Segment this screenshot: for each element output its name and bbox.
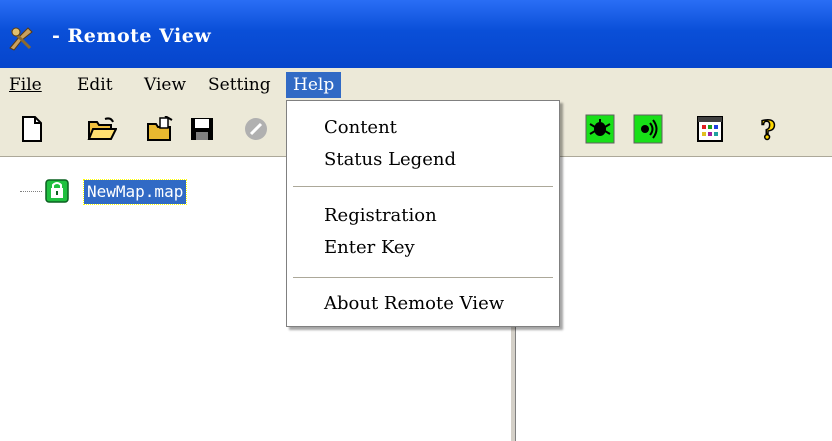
menu-item-registration[interactable]: Registration — [324, 202, 437, 230]
help-question-icon: ? — [760, 115, 777, 143]
map-node-icon[interactable] — [45, 179, 69, 203]
help-button[interactable]: ? — [750, 111, 786, 147]
menu-item-content[interactable]: Content — [324, 114, 397, 142]
svg-text:?: ? — [760, 116, 775, 143]
menu-help[interactable]: Help — [286, 72, 342, 98]
menu-separator — [293, 277, 553, 279]
menu-help-label: Help — [293, 75, 335, 95]
remote-view-app-icon[interactable] — [6, 24, 36, 54]
menu-edit-label: Edit — [77, 75, 113, 95]
sound-button[interactable] — [630, 111, 666, 147]
menu-setting-label: Setting — [208, 75, 271, 95]
save-disk-icon — [191, 118, 213, 140]
help-dropdown-menu: Content Status Legend Registration Enter… — [286, 100, 560, 327]
new-document-icon — [22, 116, 42, 142]
menu-item-about[interactable]: About Remote View — [324, 290, 504, 318]
schedule-button[interactable] — [692, 111, 728, 147]
menu-item-status-legend[interactable]: Status Legend — [324, 146, 456, 174]
green-sound-icon — [633, 114, 663, 144]
window-title: - Remote View — [52, 25, 212, 47]
menu-bar: File Edit View Setting Help — [0, 68, 832, 101]
green-bug-icon — [585, 114, 615, 144]
bug-button[interactable] — [582, 111, 618, 147]
save-button[interactable] — [184, 111, 220, 147]
open-folder-icon — [87, 117, 117, 140]
menu-file[interactable]: File — [2, 72, 49, 98]
open-button[interactable] — [84, 111, 120, 147]
menu-view-label: View — [144, 75, 187, 95]
pane-splitter[interactable] — [510, 327, 516, 441]
calendar-grid-icon — [697, 116, 723, 142]
menu-file-label: File — [9, 75, 42, 95]
open-file-icon — [147, 116, 173, 141]
new-button[interactable] — [14, 111, 50, 147]
menu-view[interactable]: View — [137, 72, 193, 98]
tree-node-label[interactable]: NewMap.map — [82, 179, 188, 205]
menu-separator — [293, 186, 553, 188]
stop-button[interactable] — [238, 111, 274, 147]
tree-connector — [20, 191, 42, 192]
menu-edit[interactable]: Edit — [70, 72, 120, 98]
menu-item-enter-key[interactable]: Enter Key — [324, 234, 415, 262]
menu-setting[interactable]: Setting — [201, 72, 278, 98]
open-file-button[interactable] — [142, 111, 178, 147]
disabled-stop-icon — [245, 118, 267, 140]
title-bar: - Remote View — [0, 0, 832, 68]
